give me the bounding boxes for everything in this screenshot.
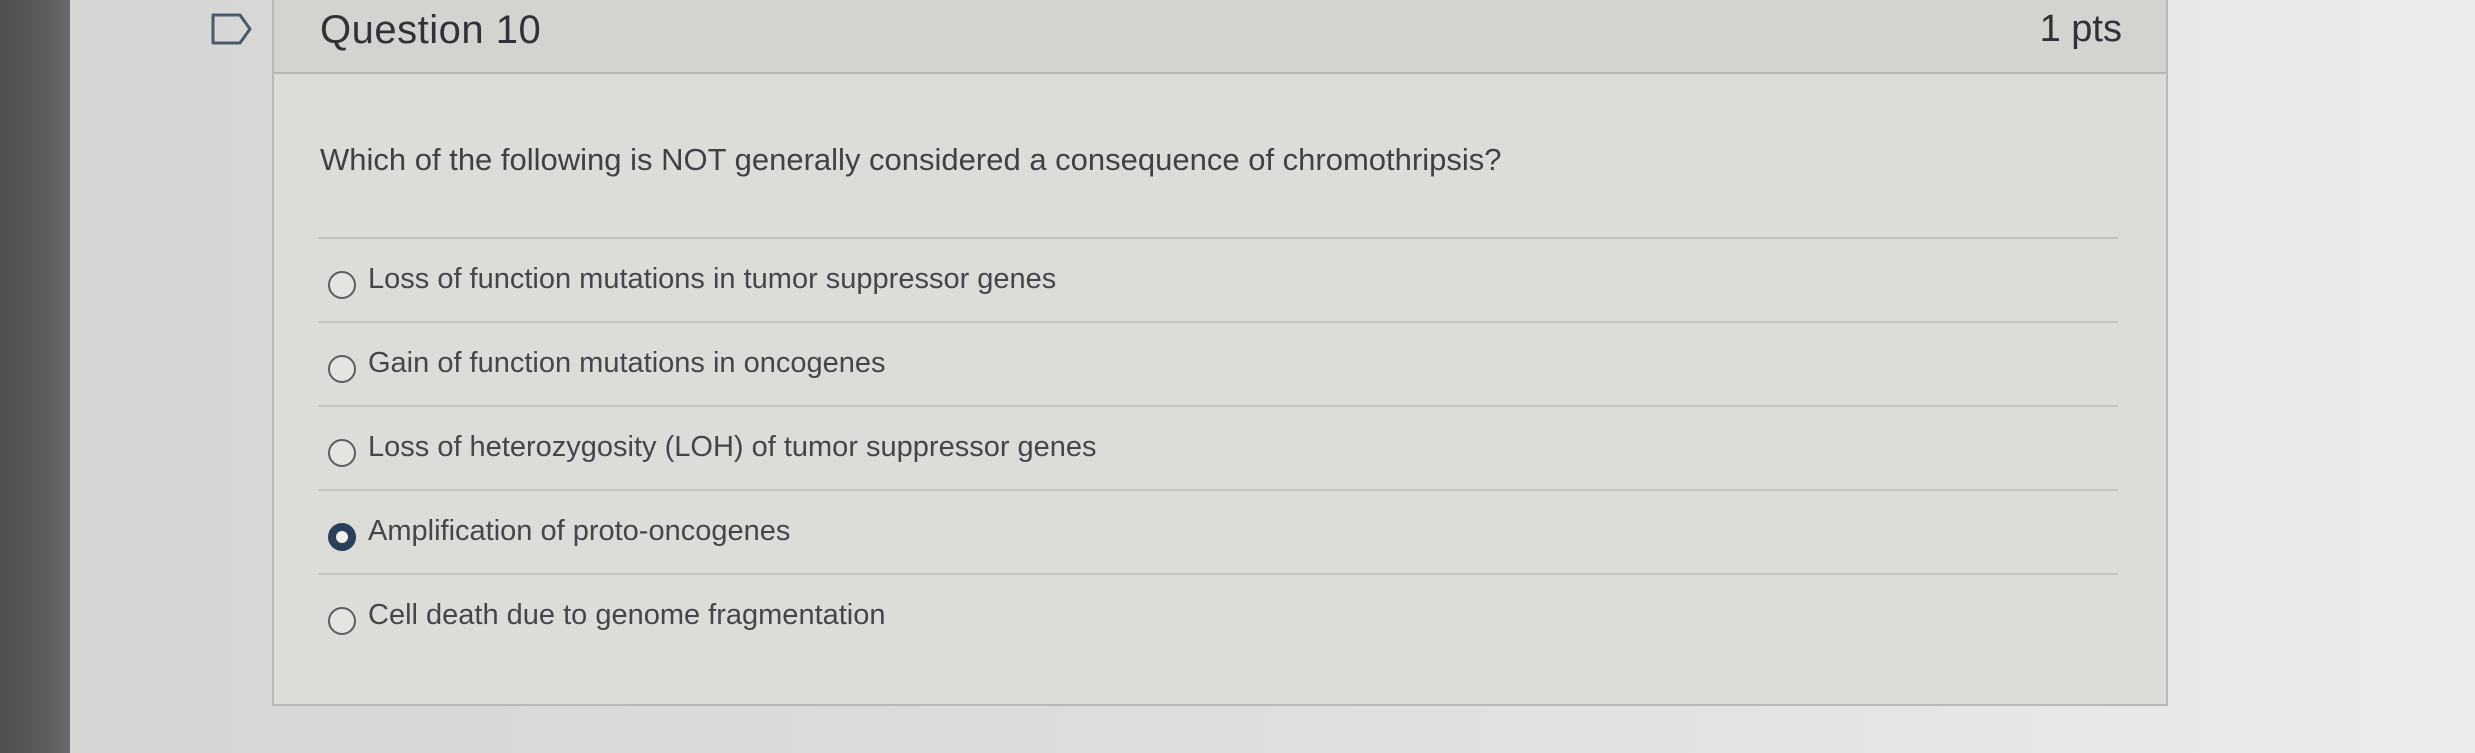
- question-header: Question 10 1 pts: [274, 0, 2166, 74]
- radio-button-selected[interactable]: [328, 523, 356, 551]
- radio-button[interactable]: [328, 355, 356, 383]
- answer-option[interactable]: Loss of heterozygosity (LOH) of tumor su…: [318, 407, 2118, 491]
- answer-option[interactable]: Loss of function mutations in tumor supp…: [318, 239, 2118, 323]
- answer-option[interactable]: Amplification of proto-oncogenes: [318, 491, 2118, 575]
- radio-button[interactable]: [328, 607, 356, 635]
- radio-button[interactable]: [328, 271, 356, 299]
- answer-option[interactable]: Gain of function mutations in oncogenes: [318, 323, 2118, 407]
- question-points: 1 pts: [2039, 8, 2122, 50]
- answer-list: Loss of function mutations in tumor supp…: [318, 237, 2118, 659]
- question-title: Question 10: [320, 8, 542, 52]
- answer-label[interactable]: Loss of heterozygosity (LOH) of tumor su…: [368, 431, 1097, 464]
- question-card: Question 10 1 pts Which of the following…: [272, 0, 2168, 706]
- flag-question-icon[interactable]: [210, 12, 254, 46]
- answer-label[interactable]: Amplification of proto-oncogenes: [368, 515, 790, 548]
- radio-button[interactable]: [328, 439, 356, 467]
- answer-label[interactable]: Loss of function mutations in tumor supp…: [368, 263, 1056, 296]
- answer-option[interactable]: Cell death due to genome fragmentation: [318, 575, 2118, 659]
- answer-label[interactable]: Cell death due to genome fragmentation: [368, 599, 886, 632]
- question-prompt: Which of the following is NOT generally …: [320, 142, 1502, 177]
- screen-bezel: [0, 0, 70, 753]
- answer-label[interactable]: Gain of function mutations in oncogenes: [368, 347, 886, 380]
